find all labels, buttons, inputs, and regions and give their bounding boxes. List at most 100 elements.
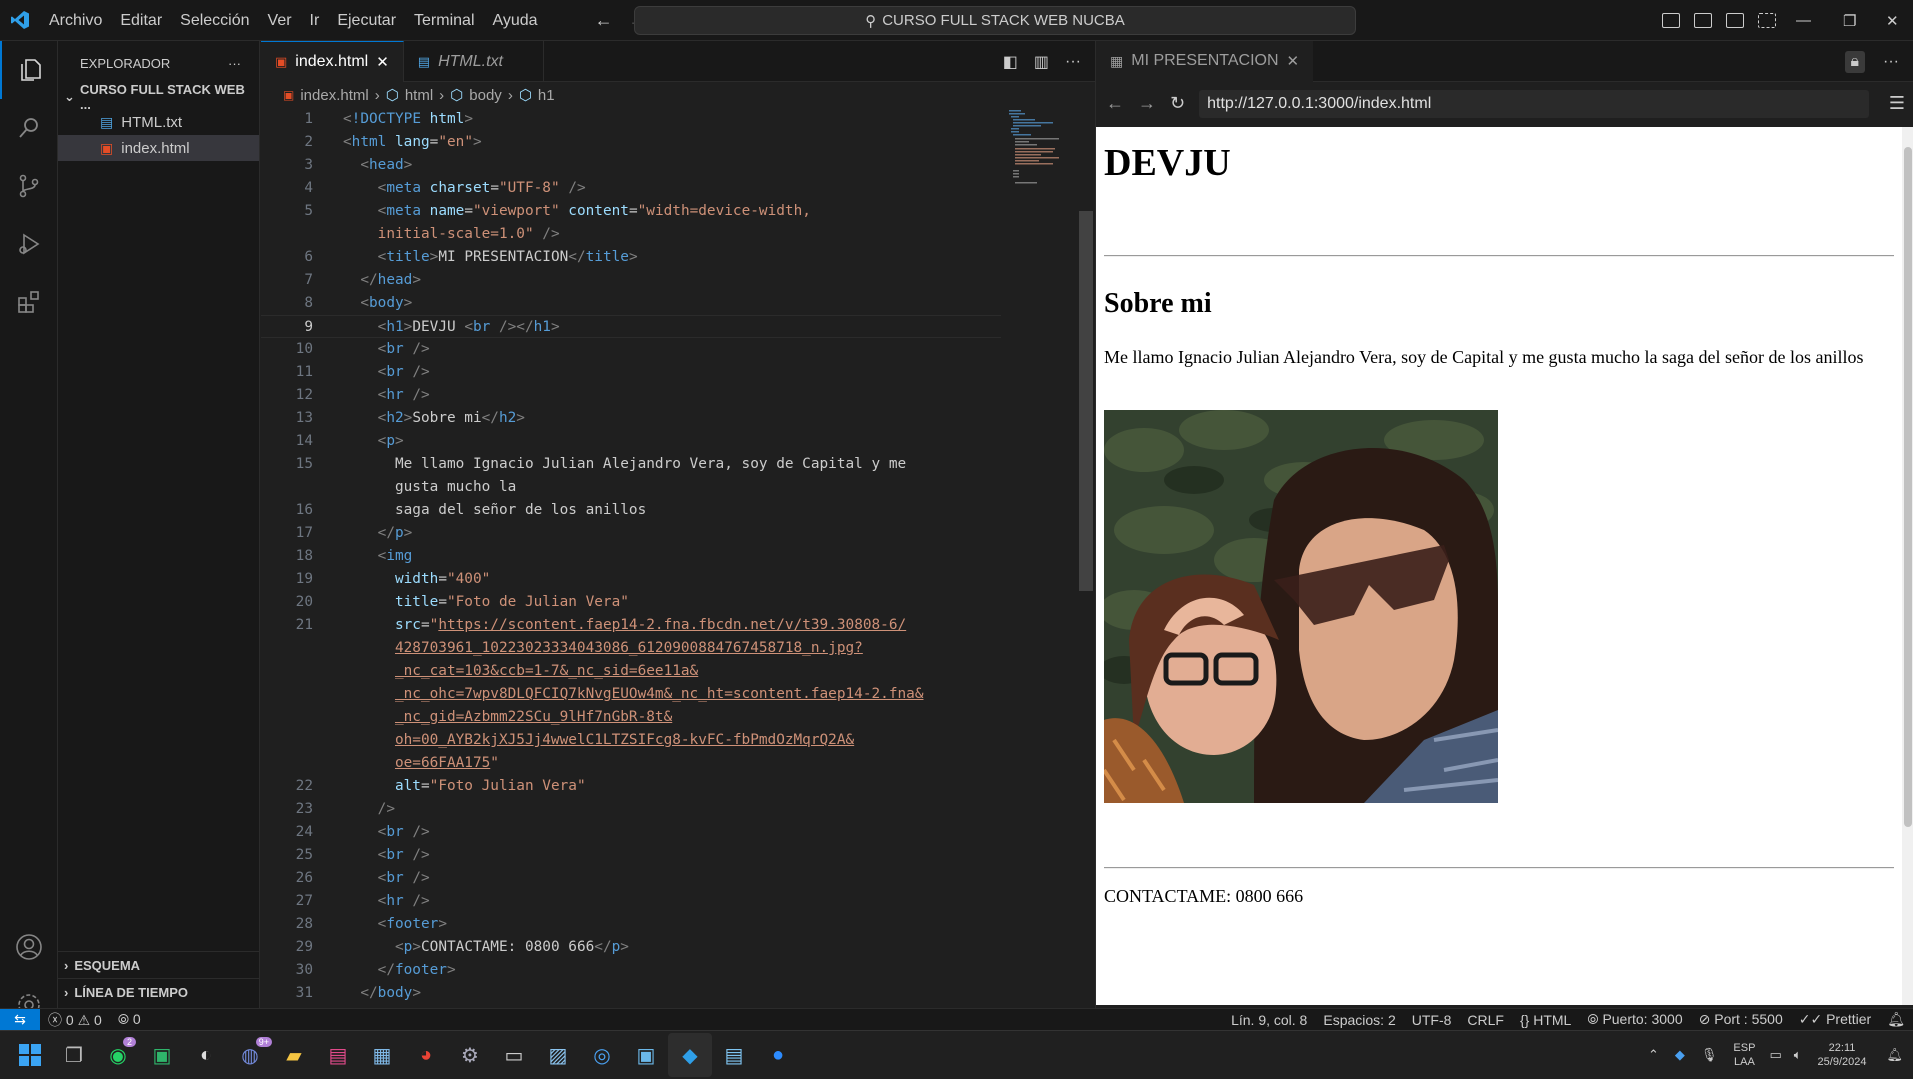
app-icon[interactable]: ▤ (316, 1033, 360, 1077)
language-mode[interactable]: {} HTML (1512, 1012, 1579, 1028)
breadcrumb-item[interactable]: body (469, 87, 502, 104)
toggle-primary-sidebar-icon[interactable] (1662, 13, 1680, 28)
prettier-status[interactable]: ✓✓ Prettier (1791, 1011, 1879, 1028)
clock[interactable]: 22:11 25/9/2024 (1808, 1041, 1877, 1069)
horizontal-rule (1104, 867, 1894, 869)
whatsapp-icon[interactable]: ◉ 2 (96, 1033, 140, 1077)
explorer-icon[interactable] (0, 41, 58, 99)
photos-icon[interactable]: ▨ (536, 1033, 580, 1077)
reload-icon[interactable]: ↻ (1170, 93, 1185, 114)
network-icon[interactable]: ▭ (1763, 1047, 1787, 1063)
extensions-icon[interactable] (0, 273, 58, 331)
notepad-icon[interactable]: ▤ (712, 1033, 756, 1077)
app-icon[interactable]: ◐ (184, 1033, 228, 1077)
more-actions-icon[interactable]: ··· (1883, 53, 1899, 71)
toggle-panel-icon[interactable] (1694, 13, 1712, 28)
back-arrow-icon[interactable]: ← (595, 10, 613, 31)
split-editor-icon[interactable]: ▥ (1034, 52, 1049, 72)
breadcrumb-item[interactable]: html (405, 87, 433, 104)
close-tab-icon[interactable]: ✕ (376, 53, 389, 71)
encoding[interactable]: UTF-8 (1404, 1012, 1460, 1028)
volume-icon[interactable]: 🔈︎ (1788, 1047, 1808, 1063)
forward-arrow-icon[interactable]: → (1138, 93, 1156, 114)
search-icon[interactable] (0, 99, 58, 157)
command-center-search[interactable]: ⚲ CURSO FULL STACK WEB NUCBA (634, 6, 1356, 35)
code-line: oe=66FAA175" (394, 755, 499, 771)
end-of-line[interactable]: CRLF (1459, 1012, 1512, 1028)
app-tray-icon[interactable]: ◆ (1667, 1047, 1693, 1063)
settings-icon[interactable]: ⚙ (448, 1033, 492, 1077)
server-port[interactable]: ⦾ Puerto: 3000 (1579, 1011, 1690, 1028)
microphone-icon[interactable]: 🎙︎ (1693, 1047, 1726, 1063)
menu-ayuda[interactable]: Ayuda (484, 0, 547, 41)
run-debug-icon[interactable] (0, 215, 58, 273)
remote-indicator-icon[interactable]: ⇆ (0, 1008, 40, 1031)
back-arrow-icon[interactable]: ← (1106, 93, 1124, 114)
app-icon[interactable]: ▣ (140, 1033, 184, 1077)
footer-contact: CONTACTAME: 0800 666 (1104, 886, 1304, 906)
menu-archivo[interactable]: Archivo (40, 0, 111, 41)
menu-terminal[interactable]: Terminal (405, 0, 483, 41)
breadcrumb-item[interactable]: index.html (300, 87, 368, 104)
timeline-section[interactable]: › LÍNEA DE TIEMPO (58, 978, 260, 1005)
indentation[interactable]: Espacios: 2 (1315, 1012, 1403, 1028)
notifications-bell-icon[interactable]: 🔔︎ (1879, 1011, 1913, 1028)
menu-icon[interactable]: ☰ (1889, 93, 1905, 114)
chrome-icon[interactable]: ◕ (404, 1033, 448, 1077)
workspace-folder[interactable]: ⌄ CURSO FULL STACK WEB ... (58, 82, 259, 112)
file-explorer-icon[interactable]: ▰ (272, 1033, 316, 1077)
menu-ejecutar[interactable]: Ejecutar (328, 0, 405, 41)
file-item-html-txt[interactable]: ▤ HTML.txt (58, 109, 259, 135)
task-view-icon[interactable]: ❐ (52, 1033, 96, 1077)
chevron-up-icon[interactable]: ⌃ (1640, 1047, 1667, 1063)
language-label: HTML (1533, 1011, 1572, 1028)
vscode-icon[interactable]: ◆ (668, 1033, 712, 1077)
discord-icon[interactable]: ◍ 9+ (228, 1033, 272, 1077)
app-icon[interactable]: ▣ (624, 1033, 668, 1077)
menu-seleccion[interactable]: Selección (171, 0, 258, 41)
problems-indicator[interactable]: ⓧ 0 ⚠ 0 (40, 1010, 110, 1030)
code-line: <hr /> (377, 893, 430, 909)
customize-layout-icon[interactable] (1758, 13, 1776, 28)
minimap[interactable] (1007, 108, 1077, 228)
windows-start-icon[interactable] (8, 1033, 52, 1077)
line-number: 2 (304, 134, 313, 150)
ports-indicator[interactable]: ⦾ 0 (110, 1011, 149, 1028)
restore-button[interactable]: ❐ (1843, 0, 1856, 41)
code-line: <!DOCTYPE html> (343, 111, 473, 127)
minimize-button[interactable]: — (1796, 0, 1811, 41)
more-actions-icon[interactable]: ··· (1065, 53, 1081, 71)
notification-bell-icon[interactable]: 🔔︎ (1876, 1047, 1913, 1063)
outline-section[interactable]: › ESQUEMA (58, 951, 260, 978)
code-line: </footer> (377, 962, 456, 978)
language-indicator[interactable]: ESP LAA (1725, 1041, 1763, 1069)
tab-index-html[interactable]: ▣ index.html ✕ (261, 41, 404, 82)
url-bar[interactable]: http://127.0.0.1:3000/index.html (1199, 89, 1870, 118)
close-tab-icon[interactable]: ✕ (1287, 52, 1300, 70)
open-preview-icon[interactable]: ◧ (1003, 52, 1018, 72)
editor-scrollbar[interactable] (1079, 211, 1093, 591)
element-icon: ⬡ (518, 87, 532, 104)
cursor-position[interactable]: Lín. 9, col. 8 (1223, 1012, 1315, 1028)
breadcrumb-item[interactable]: h1 (538, 87, 555, 104)
source-control-icon[interactable] (0, 157, 58, 215)
more-actions-icon[interactable]: ··· (228, 56, 241, 71)
calculator-icon[interactable]: ▦ (360, 1033, 404, 1077)
line-number: 14 (295, 433, 313, 449)
terminal-icon[interactable]: ▭ (492, 1033, 536, 1077)
menu-ver[interactable]: Ver (259, 0, 301, 41)
code-editor[interactable]: 1 <!DOCTYPE html> 2 <html lang="en"> 3 <he… (261, 108, 1095, 1008)
file-item-index-html[interactable]: ▣ index.html (58, 135, 259, 161)
menu-editar[interactable]: Editar (111, 0, 171, 41)
tab-html-txt[interactable]: ▤ HTML.txt (404, 41, 544, 82)
toggle-secondary-sidebar-icon[interactable] (1726, 13, 1744, 28)
accounts-icon[interactable] (0, 918, 58, 976)
app-icon[interactable]: ◎ (580, 1033, 624, 1077)
tab-mi-presentacion[interactable]: ▦ MI PRESENTACION ✕ (1096, 40, 1314, 82)
zoom-icon[interactable]: ● (756, 1033, 800, 1077)
close-window-button[interactable]: ✕ (1886, 0, 1899, 41)
live-server-port[interactable]: ⊘ Port : 5500 (1691, 1011, 1791, 1028)
lock-icon[interactable]: 🔒︎ (1844, 50, 1866, 73)
preview-scrollbar[interactable] (1902, 127, 1913, 1005)
menu-ir[interactable]: Ir (301, 0, 329, 41)
